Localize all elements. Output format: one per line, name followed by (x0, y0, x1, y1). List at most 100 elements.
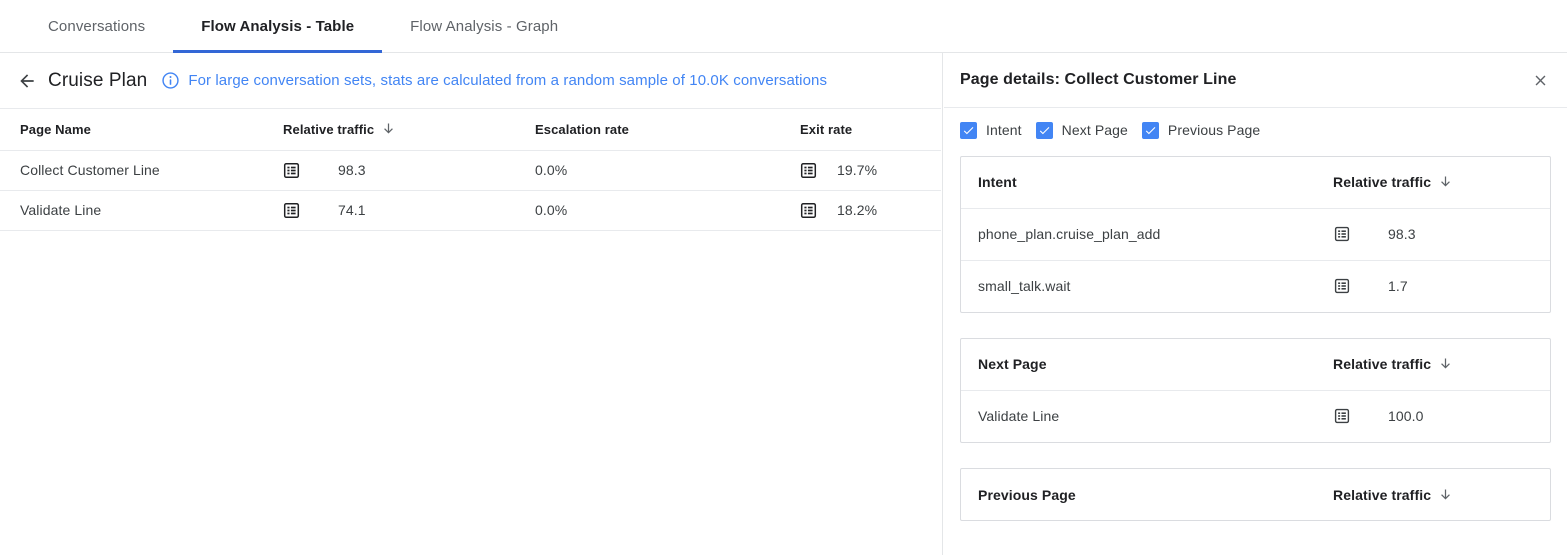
table-chart-icon[interactable] (1333, 278, 1350, 295)
cell-escalation-rate: 0.0% (535, 150, 800, 190)
intent-card: Intent Relative traffic phone_plan.cruis… (960, 156, 1551, 313)
column-label: Intent (978, 174, 1017, 190)
column-header-page-name[interactable]: Page Name (0, 109, 267, 150)
table-body: Validate Line (961, 390, 1551, 442)
table-header-row: Next Page Relative traffic (961, 339, 1551, 390)
column-header-previous-page[interactable]: Previous Page (961, 469, 1333, 520)
tab-flow-analysis-table[interactable]: Flow Analysis - Table (173, 0, 382, 53)
filter-label: Intent (986, 122, 1022, 138)
detail-cards: Intent Relative traffic phone_plan.cruis… (944, 152, 1567, 521)
checkbox-checked-icon[interactable] (1036, 122, 1053, 139)
cell-intent-name: phone_plan.cruise_plan_add (961, 208, 1333, 260)
tab-flow-analysis-graph[interactable]: Flow Analysis - Graph (382, 0, 586, 53)
tab-bar: Conversations Flow Analysis - Table Flow… (0, 0, 1567, 53)
breadcrumb: Cruise Plan For large conversation sets,… (0, 53, 941, 109)
cell-page-name: Collect Customer Line (0, 150, 267, 190)
column-header-relative-traffic[interactable]: Relative traffic (1333, 469, 1551, 520)
cell-page-name: Validate Line (0, 190, 267, 230)
column-label: Relative traffic (1333, 356, 1431, 372)
flow-analysis-table: Page Name Relative traffic Escalation ra… (0, 109, 941, 231)
table-head: Intent Relative traffic (961, 157, 1551, 208)
flow-table-pane: Cruise Plan For large conversation sets,… (0, 53, 943, 555)
arrow-left-icon[interactable] (14, 68, 40, 94)
page-title: Cruise Plan (48, 70, 147, 92)
arrow-down-icon (1438, 487, 1453, 502)
table-chart-icon[interactable] (800, 202, 817, 219)
cell-relative-traffic: 74.1 (267, 190, 535, 230)
intent-table: Intent Relative traffic phone_plan.cruis… (961, 157, 1551, 312)
filter-label: Previous Page (1168, 122, 1260, 138)
filter-next-page[interactable]: Next Page (1036, 122, 1128, 139)
column-header-exit-rate[interactable]: Exit rate (800, 109, 941, 150)
cell-content: 100.0 (1333, 408, 1551, 425)
cell-value: 98.3 (1388, 226, 1416, 242)
checkbox-checked-icon[interactable] (960, 122, 977, 139)
column-header-escalation-rate[interactable]: Escalation rate (535, 109, 800, 150)
cell-value: 1.7 (1388, 278, 1408, 294)
table-header-row: Previous Page Relative traffic (961, 469, 1551, 520)
table-row[interactable]: Validate Line (0, 190, 941, 230)
arrow-down-icon (1438, 174, 1453, 189)
column-label: Page Name (20, 122, 91, 137)
column-header-relative-traffic[interactable]: Relative traffic (1333, 339, 1551, 390)
cell-relative-traffic: 100.0 (1333, 390, 1551, 442)
cell-content: 98.3 (1333, 226, 1551, 243)
next-page-table: Next Page Relative traffic Validate Line (961, 339, 1551, 442)
cell-exit-rate: 18.2% (800, 190, 941, 230)
tab-label: Flow Analysis - Graph (410, 18, 558, 35)
table-body: Collect Customer Line (0, 150, 941, 230)
column-header-relative-traffic[interactable]: Relative traffic (1333, 157, 1551, 208)
table-row[interactable]: Collect Customer Line (0, 150, 941, 190)
tab-label: Flow Analysis - Table (201, 18, 354, 35)
table-chart-icon[interactable] (283, 162, 300, 179)
previous-page-card: Previous Page Relative traffic (960, 468, 1551, 521)
filter-previous-page[interactable]: Previous Page (1142, 122, 1260, 139)
column-header-relative-traffic[interactable]: Relative traffic (267, 109, 535, 150)
table-chart-icon[interactable] (1333, 226, 1350, 243)
flow-analysis-page: Conversations Flow Analysis - Table Flow… (0, 0, 1567, 555)
tab-label: Conversations (48, 18, 145, 35)
tab-conversations[interactable]: Conversations (20, 0, 173, 53)
cell-value: 100.0 (1388, 408, 1424, 424)
column-label: Exit rate (800, 122, 852, 137)
filter-label: Next Page (1062, 122, 1128, 138)
panel-title: Page details: Collect Customer Line (960, 71, 1236, 89)
column-label: Previous Page (978, 487, 1076, 503)
column-header-next-page[interactable]: Next Page (961, 339, 1333, 390)
cell-value: 98.3 (338, 162, 366, 178)
cell-content: 74.1 (283, 202, 535, 219)
cell-next-page-name: Validate Line (961, 390, 1333, 442)
table-row[interactable]: Validate Line (961, 390, 1551, 442)
column-label: Next Page (978, 356, 1047, 372)
column-label: Escalation rate (535, 122, 629, 137)
table-chart-icon[interactable] (800, 162, 817, 179)
cell-relative-traffic: 98.3 (1333, 208, 1551, 260)
column-label: Relative traffic (1333, 487, 1431, 503)
table-header-row: Intent Relative traffic (961, 157, 1551, 208)
previous-page-table: Previous Page Relative traffic (961, 469, 1551, 520)
arrow-down-icon (1438, 356, 1453, 371)
table-head: Page Name Relative traffic Escalation ra… (0, 109, 941, 150)
cell-intent-name: small_talk.wait (961, 260, 1333, 312)
table-header-row: Page Name Relative traffic Escalation ra… (0, 109, 941, 150)
table-head: Next Page Relative traffic (961, 339, 1551, 390)
cell-relative-traffic: 98.3 (267, 150, 535, 190)
filter-intent[interactable]: Intent (960, 122, 1022, 139)
cell-escalation-rate: 0.0% (535, 190, 800, 230)
table-chart-icon[interactable] (1333, 408, 1350, 425)
column-header-intent[interactable]: Intent (961, 157, 1333, 208)
info-circle-icon (161, 71, 180, 90)
cell-relative-traffic: 1.7 (1333, 260, 1551, 312)
table-body: phone_plan.cruise_plan_add (961, 208, 1551, 312)
table-chart-icon[interactable] (283, 202, 300, 219)
panel-header: Page details: Collect Customer Line (944, 53, 1567, 108)
cell-value: 74.1 (338, 202, 366, 218)
cell-content: 98.3 (283, 162, 535, 179)
table-row[interactable]: phone_plan.cruise_plan_add (961, 208, 1551, 260)
arrow-down-icon (381, 121, 396, 136)
table-row[interactable]: small_talk.wait (961, 260, 1551, 312)
next-page-card: Next Page Relative traffic Validate Line (960, 338, 1551, 443)
sampling-note: For large conversation sets, stats are c… (188, 72, 827, 89)
close-icon[interactable] (1527, 67, 1553, 93)
checkbox-checked-icon[interactable] (1142, 122, 1159, 139)
